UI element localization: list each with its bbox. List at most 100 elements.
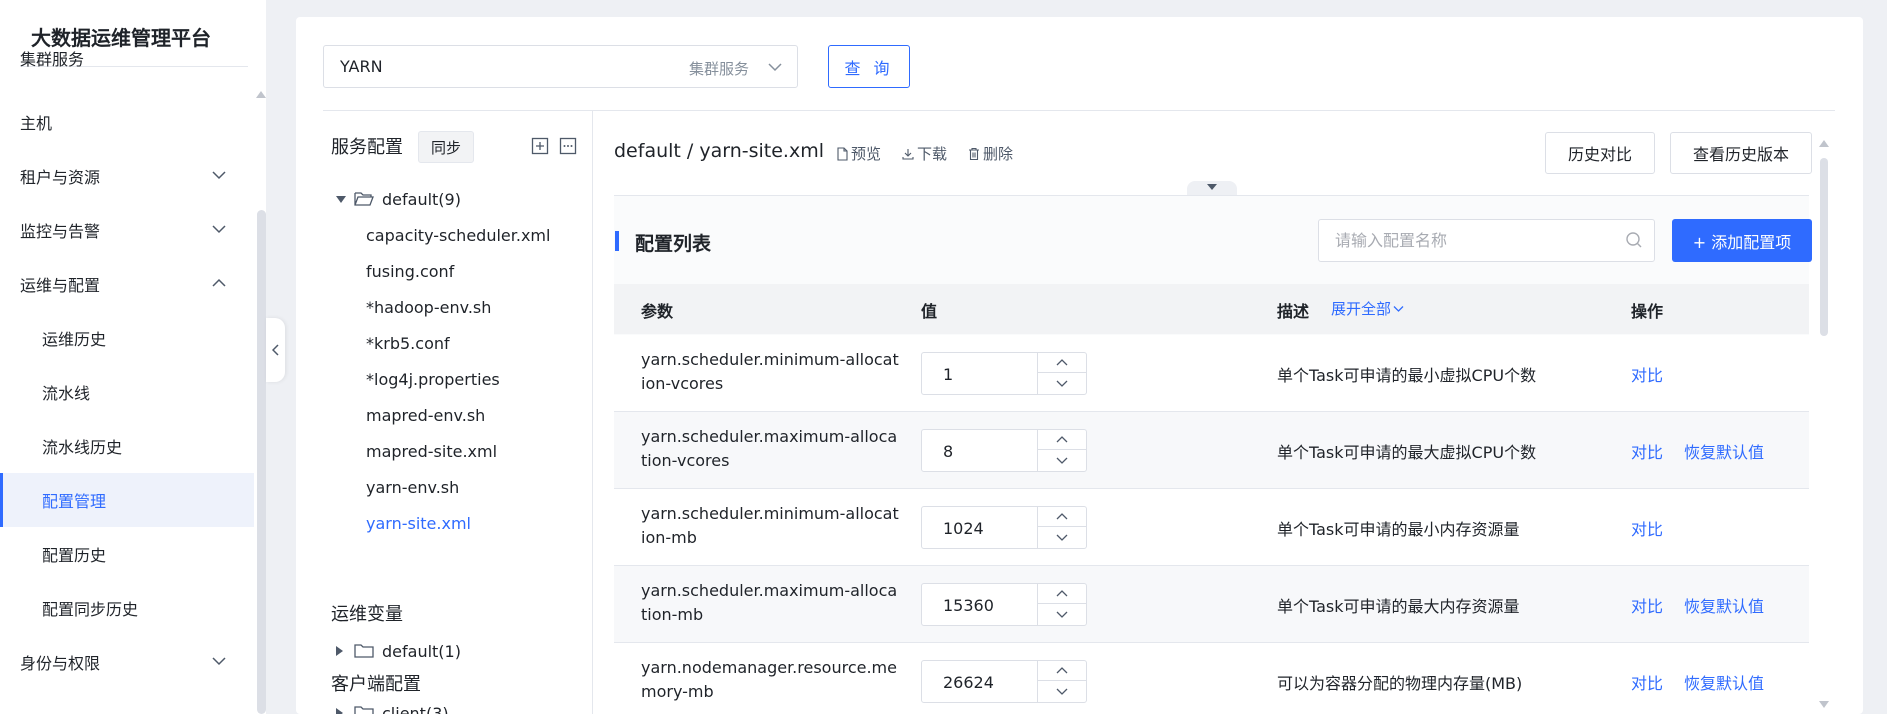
stepper-increment[interactable] [1038,507,1087,527]
sidebar-item[interactable]: 运维与配置 [0,257,254,311]
sidebar-item[interactable]: 身份与权限 [0,635,254,689]
chevron-down-icon [1056,534,1068,541]
compare-link[interactable]: 对比 [1631,439,1663,463]
stepper-value[interactable]: 8 [943,442,953,461]
delete-label: 删除 [983,145,1014,163]
add-folder-icon[interactable] [531,137,549,155]
value-stepper[interactable]: 8 [921,429,1087,472]
compare-link[interactable]: 对比 [1631,670,1663,694]
tree-file[interactable]: capacity-scheduler.xml [296,217,592,253]
chevron-up-icon [1056,667,1068,674]
tree-file[interactable]: yarn-site.xml [296,505,592,541]
sidebar-item-label: 身份与权限 [20,654,101,673]
sidebar-item[interactable]: 流水线历史 [0,419,254,473]
value-stepper[interactable]: 15360 [921,583,1087,626]
stepper-value[interactable]: 26624 [943,673,994,692]
section-accent-bar [615,231,619,251]
query-button[interactable]: 查 询 [828,45,910,88]
tree-file[interactable]: fusing.conf [296,253,592,289]
preview-label: 预览 [851,145,882,163]
chevron-down-icon [1056,457,1068,464]
expand-all-toggle[interactable]: 展开全部 [1331,298,1404,319]
sidebar-item[interactable]: 配置历史 [0,527,254,581]
sidebar-item[interactable]: 流水线 [0,365,254,419]
view-history-button[interactable]: 查看历史版本 [1670,132,1812,174]
stepper-increment[interactable] [1038,584,1087,604]
sidebar-item-label: 租户与资源 [20,168,101,187]
expand-all-label: 展开全部 [1331,300,1392,318]
delete-button[interactable]: 删除 [967,143,1013,164]
stepper-value[interactable]: 1024 [943,519,984,538]
stepper-decrement[interactable] [1038,374,1087,394]
config-search-input[interactable] [1318,219,1655,262]
tree-file[interactable]: yarn-env.sh [296,469,592,505]
restore-default-link[interactable]: 恢复默认值 [1684,670,1764,694]
stepper-increment[interactable] [1038,353,1087,373]
tree-folder-label: default(9) [382,189,461,209]
tree-folder-ops-default[interactable]: default(1) [296,633,592,669]
tree-folder-default[interactable]: default(9) [296,181,592,217]
sidebar-item-label: 监控与告警 [20,222,101,241]
stepper-decrement[interactable] [1038,528,1087,548]
param-description: 单个Task可申请的最小内存资源量 [1277,520,1520,539]
tree-folder-client[interactable]: client(3) [296,695,592,714]
table-row: yarn.scheduler.maximum-allocation-vcores… [614,412,1809,489]
value-stepper[interactable]: 1024 [921,506,1087,549]
tree-file-label: *krb5.conf [366,333,450,353]
trash-icon [969,147,979,160]
history-compare-button[interactable]: 历史对比 [1545,132,1655,174]
stepper-controls [1037,353,1087,394]
tree-file[interactable]: mapred-site.xml [296,433,592,469]
scroll-up-arrow[interactable] [256,91,266,98]
tree-section-client: 客户端配置 [331,674,421,695]
tree-file[interactable]: *krb5.conf [296,325,592,361]
compare-link[interactable]: 对比 [1631,593,1663,617]
value-stepper[interactable]: 26624 [921,660,1087,703]
collapse-header-toggle[interactable] [1187,181,1237,195]
param-name: yarn.scheduler.minimum-allocation-vcores [641,350,899,393]
tree-file[interactable]: *log4j.properties [296,361,592,397]
compare-link[interactable]: 对比 [1631,516,1663,540]
sidebar-item[interactable]: 监控与告警 [0,203,254,257]
stepper-increment[interactable] [1038,430,1087,450]
param-name: yarn.scheduler.maximum-allocation-vcores [641,427,898,470]
stepper-value[interactable]: 15360 [943,596,994,615]
stepper-decrement[interactable] [1038,605,1087,625]
table-row: yarn.scheduler.maximum-allocation-mb 1536… [614,566,1809,643]
stepper-controls [1037,430,1087,471]
chevron-down-icon [768,63,782,72]
download-button[interactable]: 下载 [901,143,947,164]
tree-file[interactable]: *hadoop-env.sh [296,289,592,325]
folder-open-icon [354,192,374,206]
sidebar-scrollbar[interactable] [257,210,266,714]
restore-default-link[interactable]: 恢复默认值 [1684,593,1764,617]
stepper-value[interactable]: 1 [943,365,953,384]
sidebar-item[interactable]: 配置同步历史 [0,581,254,635]
main-scrollbar[interactable] [1820,158,1828,336]
preview-button[interactable]: 预览 [835,143,881,164]
stepper-decrement[interactable] [1038,451,1087,471]
tree-file-label: *log4j.properties [366,369,500,389]
sidebar-item[interactable]: 主机 [0,95,254,149]
scroll-up-arrow[interactable] [1819,140,1829,147]
stepper-decrement[interactable] [1038,682,1087,702]
search-icon[interactable] [1625,231,1643,249]
sidebar-collapse-button[interactable] [266,318,285,382]
column-param: 参数 [641,302,674,321]
value-stepper[interactable]: 1 [921,352,1087,395]
caret-down-icon [336,195,346,203]
scroll-down-arrow[interactable] [1819,701,1829,708]
sidebar-item[interactable]: 租户与资源 [0,149,254,203]
more-icon[interactable] [559,137,577,155]
sidebar-item[interactable]: 配置管理 [0,473,254,527]
service-select[interactable]: YARN 集群服务 [323,45,798,88]
restore-default-link[interactable]: 恢复默认值 [1684,439,1764,463]
stepper-controls [1037,584,1087,625]
stepper-increment[interactable] [1038,661,1087,681]
sidebar-item[interactable]: 运维历史 [0,311,254,365]
caret-right-icon [336,708,343,714]
compare-link[interactable]: 对比 [1631,362,1663,386]
sync-button[interactable]: 同步 [418,131,474,163]
add-config-button[interactable]: + 添加配置项 [1672,219,1812,262]
tree-file[interactable]: mapred-env.sh [296,397,592,433]
